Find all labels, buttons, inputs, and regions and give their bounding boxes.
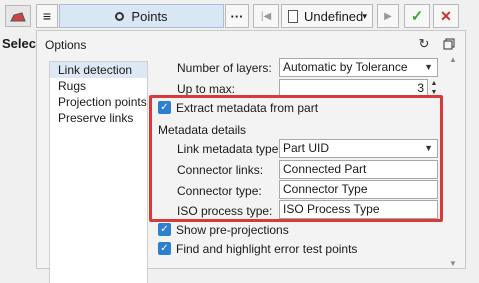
points-button[interactable]: Points	[59, 4, 224, 28]
points-circle-icon	[115, 11, 125, 21]
up-to-max-value: 3	[417, 81, 424, 95]
ellipsis-icon: ···	[230, 8, 244, 24]
options-nav: Link detection Rugs Projection points Pr…	[49, 61, 148, 283]
popout-icon[interactable]	[442, 37, 456, 51]
show-preprojections-label: Show pre-projections	[176, 223, 289, 237]
undefined-label: Undefined	[304, 8, 364, 24]
scroll-down-icon[interactable]: ▼	[447, 259, 459, 269]
highlight-box	[149, 95, 443, 222]
show-preprojections-checkbox[interactable]: ✓	[158, 223, 171, 236]
reset-icon[interactable]: ↻	[417, 36, 431, 51]
number-of-layers-label: Number of layers:	[177, 61, 272, 75]
select-label: Select	[2, 36, 41, 51]
play-icon: ▶	[384, 10, 392, 22]
nav-item-rugs[interactable]: Rugs	[50, 78, 147, 94]
cancel-button[interactable]: ✕	[433, 4, 459, 28]
undefined-dropdown[interactable]: Undefined ▾	[281, 4, 373, 28]
find-highlight-checkbox[interactable]: ✓	[158, 242, 171, 255]
chevron-down-icon: ▼	[424, 62, 433, 72]
play-button[interactable]: ▶	[377, 4, 399, 28]
menu-button[interactable]: ≡	[36, 4, 58, 28]
vertical-scrollbar[interactable]: ▲ ▼	[447, 55, 459, 269]
number-of-layers-value: Automatic by Tolerance	[283, 60, 408, 74]
stepper-up-icon[interactable]: ▲	[428, 79, 440, 88]
more-options-button[interactable]: ···	[225, 4, 249, 28]
close-icon: ✕	[440, 7, 452, 24]
check-icon: ✓	[410, 8, 424, 25]
points-label: Points	[131, 8, 168, 24]
confirm-button[interactable]: ✓	[404, 4, 430, 28]
skip-first-icon: |◀	[260, 10, 272, 22]
document-icon	[288, 9, 298, 23]
toolbar: ≡ Points ··· |◀ Undefined ▾ ▶ ✓ ✕	[0, 0, 479, 32]
first-button[interactable]: |◀	[253, 4, 279, 28]
nav-item-projection-points[interactable]: Projection points	[50, 94, 147, 110]
nav-item-preserve-links[interactable]: Preserve links	[50, 110, 147, 126]
scroll-up-icon[interactable]: ▲	[447, 55, 459, 65]
find-highlight-label: Find and highlight error test points	[176, 242, 358, 256]
app-icon[interactable]	[5, 5, 31, 27]
menu-icon: ≡	[42, 8, 52, 24]
number-of-layers-select[interactable]: Automatic by Tolerance ▼	[279, 58, 438, 77]
nav-item-link-detection[interactable]: Link detection	[50, 62, 147, 78]
up-to-max-label: Up to max:	[177, 82, 236, 96]
chevron-down-icon: ▾	[362, 10, 367, 21]
panel-title: Options	[45, 38, 87, 52]
